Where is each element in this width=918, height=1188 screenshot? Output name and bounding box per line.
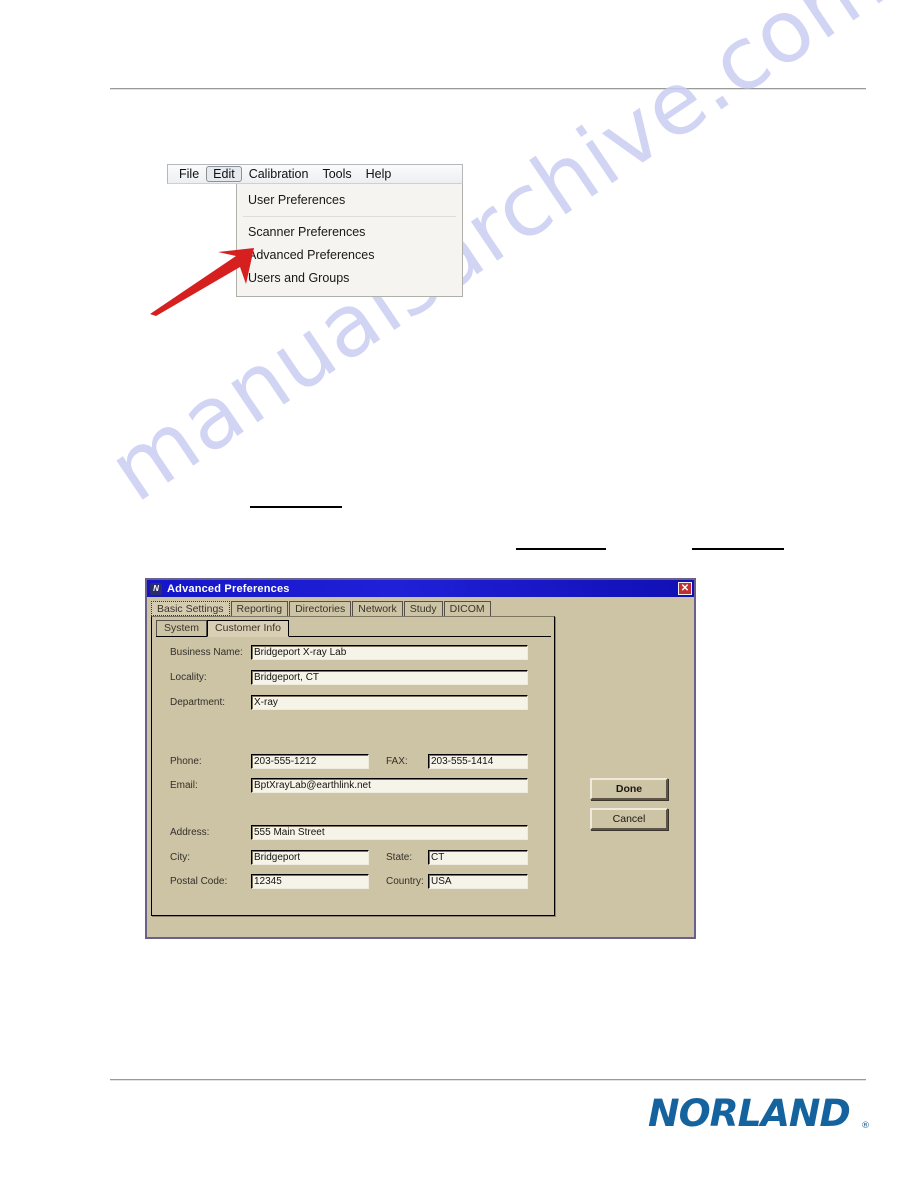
postal-code-input[interactable]: 12345 — [251, 874, 369, 889]
close-icon[interactable]: ✕ — [678, 582, 692, 595]
email-label: Email: — [170, 778, 198, 793]
locality-input[interactable]: Bridgeport, CT — [251, 670, 528, 685]
menu-calibration[interactable]: Calibration — [242, 166, 316, 182]
country-input[interactable]: USA — [428, 874, 528, 889]
app-logo-icon: N — [150, 582, 162, 595]
business-name-label: Business Name: — [170, 645, 243, 660]
primary-tabstrip: Basic Settings Reporting Directories Networ… — [151, 601, 691, 616]
basic-settings-panel: System Customer Info Business Name: Bridge… — [151, 616, 555, 916]
menu-help[interactable]: Help — [359, 166, 399, 182]
cancel-button[interactable]: Cancel — [590, 808, 668, 830]
tab-network[interactable]: Network — [352, 601, 403, 616]
department-input[interactable]: X-ray — [251, 695, 528, 710]
address-input[interactable]: 555 Main Street — [251, 825, 528, 840]
menu-tools[interactable]: Tools — [315, 166, 358, 182]
done-button[interactable]: Done — [590, 778, 668, 800]
phone-label: Phone: — [170, 754, 202, 769]
locality-label: Locality: — [170, 670, 207, 685]
dialog-titlebar[interactable]: N Advanced Preferences ✕ — [147, 580, 694, 597]
dialog-body: Basic Settings Reporting Directories Networ… — [147, 597, 694, 937]
norland-wordmark: NORLAND — [648, 1092, 851, 1135]
city-label: City: — [170, 850, 190, 865]
menu-item-users-and-groups[interactable]: Users and Groups — [237, 267, 462, 290]
menu-edit[interactable]: Edit — [206, 166, 242, 182]
secondary-tabstrip: System Customer Info — [156, 620, 551, 637]
application-menubar: File Edit Calibration Tools Help — [167, 164, 463, 184]
advanced-preferences-dialog: N Advanced Preferences ✕ Basic Settings R… — [145, 578, 696, 939]
locality-label-text: Locality: — [170, 672, 207, 683]
menu-item-advanced-preferences[interactable]: Advanced Preferences — [237, 244, 462, 267]
norland-logo: NORLAND ® — [648, 1095, 870, 1133]
country-label: Country: — [386, 874, 424, 889]
department-label: Department: — [170, 695, 225, 710]
postal-code-label-text: Postal Code: — [170, 876, 228, 887]
menu-file[interactable]: File — [172, 166, 206, 182]
menu-item-user-preferences[interactable]: User Preferences — [237, 189, 462, 212]
subtab-system[interactable]: System — [156, 620, 208, 636]
subtab-customer-info[interactable]: Customer Info — [207, 620, 289, 637]
postal-code-label: Postal Code: — [170, 874, 227, 889]
department-label-text: Department: — [170, 697, 226, 708]
tab-study[interactable]: Study — [403, 601, 443, 616]
fax-label: FAX: — [386, 754, 408, 769]
country-label-text: Country: — [386, 876, 424, 887]
tab-basic-settings[interactable]: Basic Settings — [151, 601, 230, 616]
customer-info-form: Business Name: Bridgeport X-ray Lab Locali… — [156, 637, 551, 917]
redaction-rule-3 — [692, 548, 784, 550]
tab-reporting[interactable]: Reporting — [230, 601, 289, 616]
edit-menu-dropdown[interactable]: User Preferences Scanner Preferences Advan… — [236, 184, 463, 297]
email-label-text: Email: — [170, 780, 198, 791]
menu-separator — [243, 216, 456, 217]
page-footer-rule — [110, 1079, 866, 1080]
state-label-text: State: — [386, 852, 413, 863]
business-name-label-text: Business Name: — [170, 647, 243, 658]
business-name-input[interactable]: Bridgeport X-ray Lab — [251, 645, 528, 660]
city-label-text: City: — [170, 852, 190, 863]
redaction-rule-2 — [516, 548, 606, 550]
dialog-title: Advanced Preferences — [167, 582, 290, 595]
page-header-rule — [110, 88, 866, 89]
registered-trademark-icon: ® — [861, 1121, 870, 1131]
fax-label-text: FAX: — [386, 756, 408, 767]
fax-input[interactable]: 203-555-1414 — [428, 754, 528, 769]
menu-screenshot: File Edit Calibration Tools Help User Prefer… — [167, 164, 463, 297]
email-input[interactable]: BptXrayLab@earthlink.net — [251, 778, 528, 793]
tab-dicom[interactable]: DICOM — [443, 601, 491, 616]
tab-directories[interactable]: Directories — [289, 601, 352, 616]
redaction-rule-1 — [250, 506, 342, 508]
state-label: State: — [386, 850, 412, 865]
state-input[interactable]: CT — [428, 850, 528, 865]
city-input[interactable]: Bridgeport — [251, 850, 369, 865]
address-label-text: Address: — [170, 827, 210, 838]
phone-input[interactable]: 203-555-1212 — [251, 754, 369, 769]
phone-label-text: Phone: — [170, 756, 202, 767]
menu-item-scanner-preferences[interactable]: Scanner Preferences — [237, 221, 462, 244]
address-label: Address: — [170, 825, 209, 840]
